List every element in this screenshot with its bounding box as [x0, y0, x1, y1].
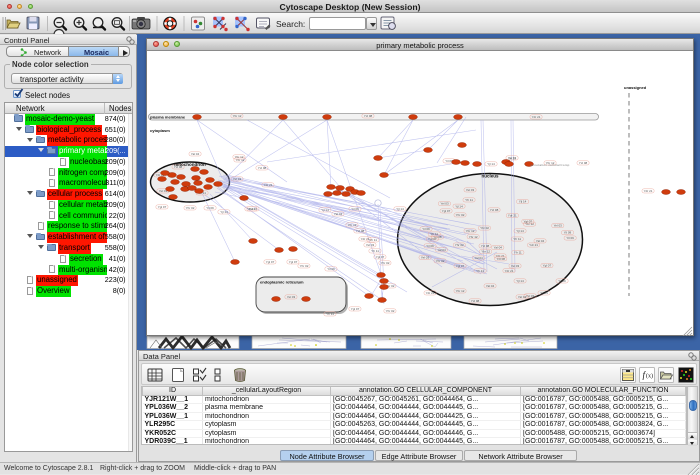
svg-text:Yal 04: Yal 04 [334, 212, 343, 216]
svg-text:Yfr 11: Yfr 11 [371, 249, 379, 253]
svg-text:Yal 04: Yal 04 [486, 284, 495, 288]
svg-text:Yel 03: Yel 03 [526, 294, 535, 298]
svg-text:Yil 09: Yil 09 [327, 267, 335, 271]
svg-text:Yjl 14: Yjl 14 [396, 207, 404, 211]
svg-text:cytoplasm: cytoplasm [150, 128, 170, 133]
svg-text:Yfr 11: Yfr 11 [513, 237, 521, 241]
svg-text:Yjl 14: Yjl 14 [455, 204, 463, 208]
svg-text:Yal 04: Yal 04 [437, 247, 446, 251]
svg-text:Yel 03: Yel 03 [554, 223, 563, 227]
svg-text:Ygl 07: Ygl 07 [266, 260, 275, 264]
svg-text:Ybr 12: Ybr 12 [348, 223, 357, 227]
svg-text:Yhr 02: Yhr 02 [300, 264, 309, 268]
svg-text:Ydr 21: Ydr 21 [426, 291, 435, 295]
svg-text:Yfr 11: Yfr 11 [465, 198, 473, 202]
svg-text:Yil 09: Yil 09 [422, 227, 430, 231]
svg-text:Ygl 07: Ygl 07 [376, 255, 385, 259]
svg-text:Yel 03: Yel 03 [233, 177, 242, 181]
svg-text:Yel 03: Yel 03 [366, 243, 375, 247]
svg-text:Yfr 11: Yfr 11 [326, 312, 334, 316]
svg-text:Yel 03: Yel 03 [466, 188, 475, 192]
svg-text:annotation.cellularComp: annotation.cellularComp [530, 163, 569, 167]
svg-text:Yjl 14: Yjl 14 [540, 291, 548, 295]
svg-text:Yel 03: Yel 03 [421, 255, 430, 259]
svg-text:Yhr 02: Yhr 02 [455, 243, 464, 247]
svg-text:(x): (x) [646, 373, 653, 380]
svg-text:Yfr 11: Yfr 11 [369, 238, 377, 242]
svg-text:Yfr 11: Yfr 11 [247, 207, 255, 211]
svg-text:Yhr 02: Yhr 02 [381, 261, 390, 265]
svg-text:Yel 03: Yel 03 [287, 295, 296, 299]
svg-text:Ybr 12: Ybr 12 [233, 114, 242, 118]
svg-text:Yel 03: Yel 03 [511, 264, 520, 268]
svg-text:Yjl 14: Yjl 14 [516, 279, 524, 283]
svg-text:Ygl 07: Ygl 07 [428, 237, 437, 241]
svg-text:Yil 09: Yil 09 [566, 236, 574, 240]
svg-text:Ygl 07: Ygl 07 [456, 264, 465, 268]
svg-text:Ygl 07: Ygl 07 [351, 307, 360, 311]
svg-text:Ybr 12: Ybr 12 [466, 229, 475, 233]
svg-text:Yjl 14: Yjl 14 [516, 229, 524, 233]
svg-text:Yhr 02: Yhr 02 [456, 213, 465, 217]
svg-text:Yhr 02: Yhr 02 [436, 259, 445, 263]
svg-text:Ycl 08: Ycl 08 [490, 208, 499, 212]
svg-text:Yhr 02: Yhr 02 [186, 206, 195, 210]
svg-text:Ycl 08: Ycl 08 [579, 161, 588, 165]
svg-text:Ycl 08: Ycl 08 [356, 229, 365, 233]
svg-text:Yhr 02: Yhr 02 [480, 226, 489, 230]
svg-text:Ycl 08: Ycl 08 [497, 256, 506, 260]
svg-text:Ydr 21: Ydr 21 [529, 243, 538, 247]
svg-text:Yfr 11: Yfr 11 [476, 269, 484, 273]
svg-text:Yjl 14: Yjl 14 [487, 162, 495, 166]
svg-text:Yjl 14: Yjl 14 [321, 208, 329, 212]
svg-text:Yfr 11: Yfr 11 [430, 232, 438, 236]
svg-text:nucleus: nucleus [481, 173, 499, 178]
svg-text:Ybr 12: Ybr 12 [469, 234, 478, 238]
svg-text:Ygl 07: Ygl 07 [442, 209, 451, 213]
svg-text:Yil 09: Yil 09 [558, 279, 566, 283]
svg-text:Yal 04: Yal 04 [494, 245, 503, 249]
svg-text:endoplasmic reticulum: endoplasmic reticulum [260, 279, 304, 284]
svg-text:Ylr 23: Ylr 23 [508, 156, 516, 160]
svg-text:Ygl 07: Ygl 07 [289, 260, 298, 264]
svg-text:Yal 04: Yal 04 [191, 152, 200, 156]
svg-text:Yfr 11: Yfr 11 [514, 250, 522, 254]
svg-text:Yil 09: Yil 09 [426, 244, 434, 248]
svg-text:Ydr 21: Ydr 21 [644, 189, 653, 193]
svg-text:Ybr 12: Ybr 12 [235, 155, 244, 159]
svg-text:Yjl 14: Yjl 14 [220, 210, 228, 214]
svg-text:Ydr 21: Ydr 21 [505, 268, 514, 272]
svg-text:Ygl 07: Ygl 07 [543, 263, 552, 267]
svg-text:Yil 09: Yil 09 [351, 207, 359, 211]
svg-text:Yal 04: Yal 04 [474, 256, 483, 260]
svg-text:Ycl 08: Ycl 08 [258, 166, 267, 170]
svg-text:Yjl 14: Yjl 14 [519, 199, 527, 203]
svg-text:unassigned: unassigned [624, 85, 647, 90]
svg-text:Ycl 08: Ycl 08 [364, 114, 373, 118]
svg-text:Ycl 08: Ycl 08 [471, 299, 480, 303]
svg-text:Ybr 12: Ybr 12 [456, 289, 465, 293]
svg-text:Yel 03: Yel 03 [440, 201, 449, 205]
svg-text:Ydr 21: Ydr 21 [532, 115, 541, 119]
svg-text:Yal 04: Yal 04 [518, 295, 527, 299]
svg-text:Ygl 07: Ygl 07 [524, 219, 533, 223]
svg-text:Yil 09: Yil 09 [206, 206, 214, 210]
svg-text:Ybr 12: Ybr 12 [481, 249, 490, 253]
svg-text:Yil 09: Yil 09 [564, 230, 572, 234]
svg-text:Ydr 21: Ydr 21 [508, 213, 517, 217]
svg-text:plasma membrane: plasma membrane [150, 114, 186, 119]
svg-text:Ydr 21: Ydr 21 [264, 183, 273, 187]
svg-text:mitochondrion: mitochondrion [174, 162, 206, 167]
svg-text:Yhr 02: Yhr 02 [386, 309, 395, 313]
svg-text:Ygl 07: Ygl 07 [158, 205, 167, 209]
svg-text:Ycl 08: Ycl 08 [481, 244, 490, 248]
